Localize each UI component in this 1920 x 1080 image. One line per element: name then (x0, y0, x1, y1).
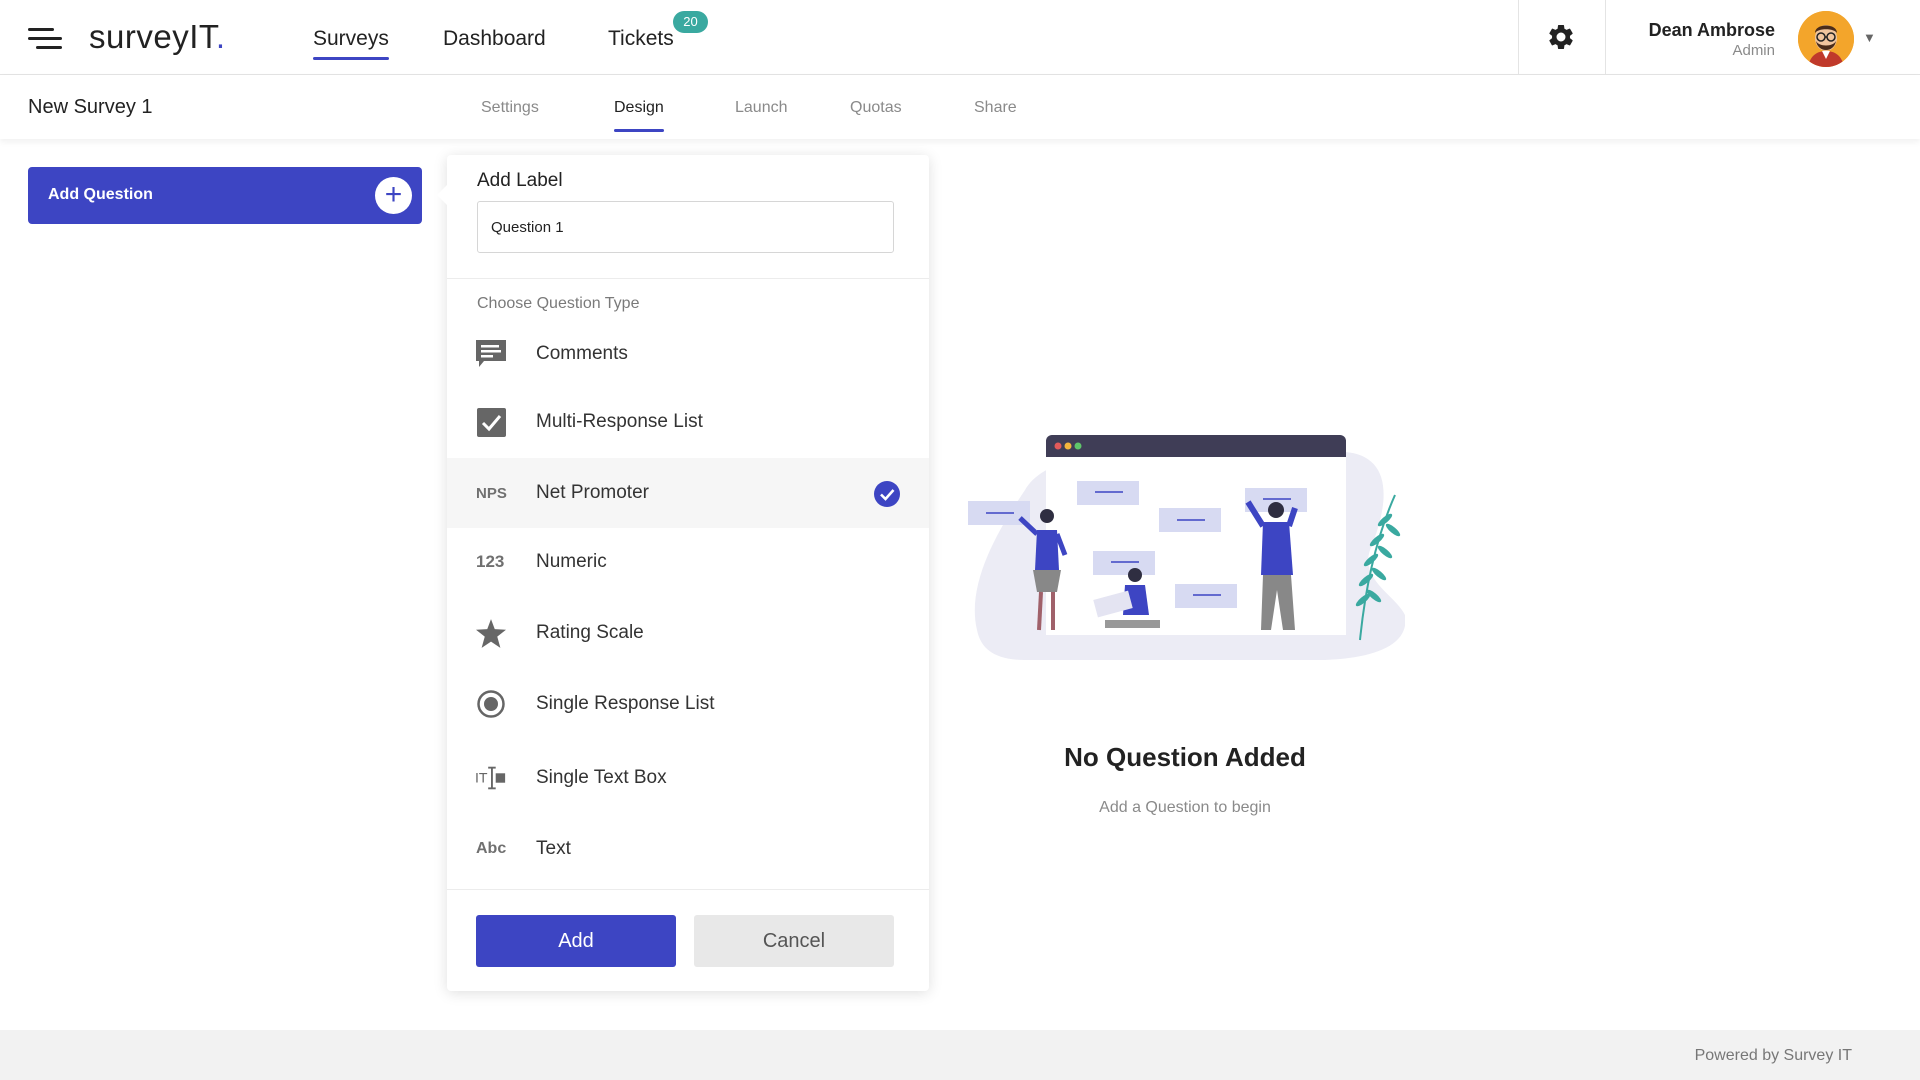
avatar[interactable] (1798, 11, 1854, 67)
nav-surveys[interactable]: Surveys (313, 27, 389, 60)
qtype-label: Multi-Response List (536, 411, 703, 432)
logo-dot: . (215, 18, 226, 55)
empty-state-title: No Question Added (1064, 742, 1306, 772)
checkbox-icon (475, 407, 507, 437)
nps-icon: NPS (476, 484, 507, 502)
tab-share[interactable]: Share (974, 99, 1017, 117)
selected-check-icon (874, 481, 900, 507)
qtype-net-promoter[interactable]: NPS Net Promoter (447, 458, 929, 528)
survey-title: New Survey 1 (28, 96, 153, 118)
qtype-numeric[interactable]: 123 Numeric (447, 527, 929, 597)
tab-quotas[interactable]: Quotas (850, 99, 902, 117)
add-button[interactable]: Add (476, 915, 676, 967)
qtype-text[interactable]: Abc Text (447, 814, 929, 884)
tab-design[interactable]: Design (614, 99, 664, 132)
qtype-label: Numeric (536, 551, 607, 572)
top-header: surveyIT. Surveys Dashboard Tickets 20 D… (0, 0, 1920, 75)
text-icon: Abc (476, 840, 507, 857)
question-sidebar (0, 139, 450, 1030)
app-logo[interactable]: surveyIT. (89, 18, 226, 56)
qtype-label: Comments (536, 343, 628, 364)
svg-text:IT: IT (475, 770, 488, 786)
header-divider (1518, 0, 1519, 75)
gear-icon[interactable] (1546, 22, 1576, 52)
nav-tickets[interactable]: Tickets (608, 27, 674, 51)
panel-divider (447, 889, 929, 890)
add-label-heading: Add Label (477, 170, 563, 191)
comment-icon (475, 339, 507, 369)
qtype-single-response-list[interactable]: Single Response List (447, 669, 929, 739)
numeric-icon: 123 (476, 552, 505, 571)
empty-state-subtitle: Add a Question to begin (1099, 799, 1271, 816)
user-name[interactable]: Dean Ambrose (1600, 20, 1775, 41)
avatar-illustration (1798, 11, 1854, 67)
add-question-panel: Add Label Choose Question Type Comments … (437, 155, 929, 991)
qtype-label: Text (536, 838, 571, 859)
qtype-label: Net Promoter (536, 482, 649, 503)
qtype-single-text-box[interactable]: IT Single Text Box (447, 743, 929, 813)
nav-dashboard[interactable]: Dashboard (443, 27, 546, 51)
choose-type-heading: Choose Question Type (477, 295, 640, 312)
tab-settings[interactable]: Settings (481, 99, 539, 117)
question-label-input[interactable] (477, 201, 894, 253)
user-role: Admin (1732, 42, 1775, 59)
text-box-icon: IT (475, 763, 507, 793)
panel-pointer (437, 185, 447, 205)
footer-credit: Powered by Survey IT (1694, 1047, 1852, 1064)
qtype-label: Rating Scale (536, 622, 644, 643)
qtype-label: Single Text Box (536, 767, 667, 788)
qtype-label: Single Response List (536, 693, 715, 714)
add-question-button[interactable]: Add Question + (28, 167, 422, 224)
qtype-multi-response-list[interactable]: Multi-Response List (447, 387, 929, 457)
add-question-label: Add Question (48, 186, 153, 203)
radio-icon (475, 689, 507, 719)
empty-state-illustration (968, 435, 1405, 660)
panel-divider (447, 278, 929, 279)
tab-launch[interactable]: Launch (735, 99, 788, 117)
cancel-button[interactable]: Cancel (694, 915, 894, 967)
caret-down-icon[interactable]: ▼ (1863, 30, 1876, 45)
tickets-count-badge: 20 (673, 11, 708, 33)
survey-subheader: New Survey 1 Settings Design Launch Quot… (0, 75, 1920, 139)
footer: Powered by Survey IT (0, 1030, 1920, 1080)
hamburger-icon[interactable] (28, 28, 62, 50)
qtype-rating-scale[interactable]: Rating Scale (447, 598, 929, 668)
star-icon (475, 618, 507, 648)
qtype-comments[interactable]: Comments (447, 319, 929, 389)
plus-icon: + (375, 177, 412, 214)
logo-text: surveyIT (89, 18, 216, 55)
